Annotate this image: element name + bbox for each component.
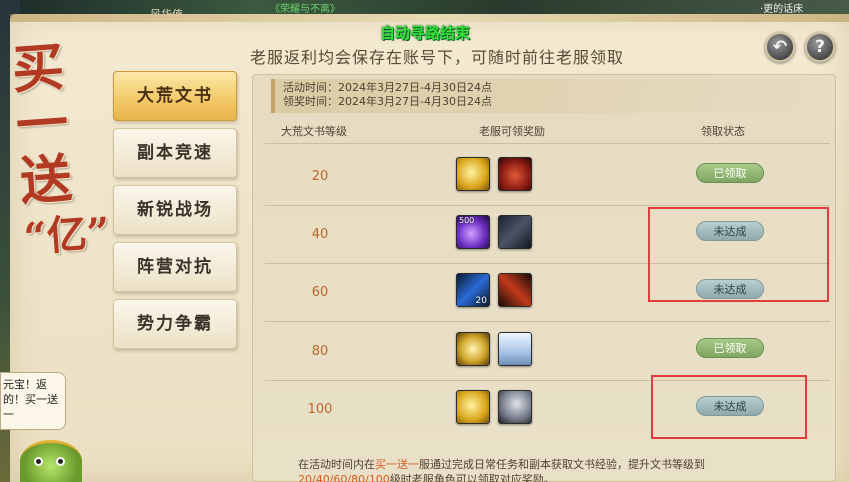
promo-title-char: 一 [13, 92, 71, 157]
highlight-box [651, 375, 807, 439]
desc-levels: 20/40/60/80/100 [298, 473, 390, 482]
quest-tracker-text: 《荣耀与不离》 [270, 4, 340, 15]
white-wings-icon[interactable] [498, 332, 532, 366]
purple-crystal-icon[interactable]: 500 [456, 215, 490, 249]
gold-ingot-icon[interactable] [456, 157, 490, 191]
mascot-eye [34, 457, 43, 466]
golden-orb-icon[interactable] [456, 332, 490, 366]
row-divider [265, 321, 830, 322]
mascot-icon[interactable] [20, 440, 82, 482]
horse-mount-icon[interactable] [498, 390, 532, 424]
event-time-box: 活动时间：2024年3月27日-4月30日24点 领奖时间：2024年3月27日… [271, 79, 827, 113]
row-divider [265, 205, 830, 206]
highlight-box [648, 207, 829, 302]
claim-time: 领奖时间：2024年3月27日-4月30日24点 [283, 95, 492, 108]
event-description: 在活动时间内在买一送一服通过完成日常任务和副本获取文书经验，提升文书等级到 20/… [298, 457, 788, 482]
desc-part: 在活动时间内在 [298, 458, 375, 471]
back-icon[interactable]: ↶ [765, 32, 795, 62]
dark-weapon-icon[interactable] [498, 215, 532, 249]
top-right-hud-text: ·更的话床 [760, 4, 804, 15]
panel-subtitle: 老服返利均会保存在账号下，可随时前往老服领取 [250, 48, 625, 67]
status-badge: 已领取 [696, 338, 764, 358]
tab-dahuang-wenshu[interactable]: 大荒文书 [113, 71, 237, 121]
red-gift-box-icon[interactable] [498, 157, 532, 191]
promo-title-char: 送 [17, 148, 75, 213]
tab-dungeon-race[interactable]: 副本竞速 [113, 128, 237, 178]
level-value: 60 [311, 285, 329, 300]
level-value: 20 [311, 169, 329, 184]
help-icon[interactable]: ? [805, 32, 835, 62]
desc-part: 级时老服角色可以领取对应奖励。 [389, 473, 555, 482]
item-quantity: 20 [475, 296, 487, 306]
column-header-level: 大荒文书等级 [281, 125, 347, 138]
gold-ingot-icon[interactable] [456, 390, 490, 424]
desc-part: 服通过完成日常任务和副本获取文书经验，提升文书等级到 [419, 458, 705, 471]
auto-path-hint: 自动寻路结束 [380, 24, 471, 42]
column-header-status: 领取状态 [701, 125, 745, 138]
category-tabs: 大荒文书 副本竞速 新锐战场 阵营对抗 势力争霸 [113, 71, 237, 356]
mascot-eye [56, 457, 65, 466]
header-divider [265, 143, 830, 144]
activity-time: 活动时间：2024年3月27日-4月30日24点 [283, 81, 492, 94]
promo-title-char: “亿” [22, 208, 112, 262]
tab-rookie-battlefield[interactable]: 新锐战场 [113, 185, 237, 235]
level-value: 100 [307, 402, 333, 417]
blue-scroll-icon[interactable]: 20 [456, 273, 490, 307]
level-value: 80 [311, 344, 329, 359]
column-header-rewards: 老服可领奖励 [479, 125, 545, 138]
status-badge: 已领取 [696, 163, 764, 183]
chat-bubble: 元宝！返的！买一送一 [0, 372, 66, 430]
tab-guild-war[interactable]: 势力争霸 [113, 299, 237, 349]
desc-highlight: 买一送一 [375, 458, 419, 471]
item-quantity: 500 [459, 216, 475, 225]
promo-title-char: 买 [10, 36, 67, 101]
level-value: 40 [311, 227, 329, 242]
flame-staff-icon[interactable] [498, 273, 532, 307]
promo-title: 买 一 送 “亿” [10, 36, 112, 266]
tab-faction-battle[interactable]: 阵营对抗 [113, 242, 237, 292]
reward-content: 活动时间：2024年3月27日-4月30日24点 领奖时间：2024年3月27日… [252, 74, 836, 482]
